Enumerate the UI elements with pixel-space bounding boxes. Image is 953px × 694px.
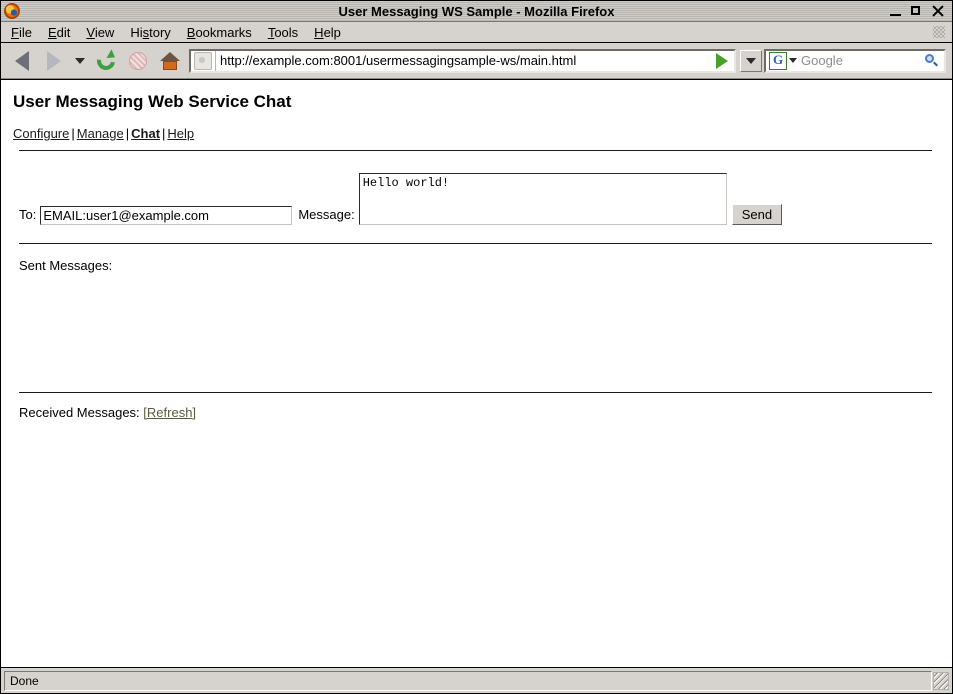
- menu-item-tools[interactable]: Tools: [260, 23, 306, 42]
- page-favicon-icon: [194, 51, 212, 70]
- divider-middle: [19, 243, 932, 244]
- nav-link-manage[interactable]: Manage: [77, 126, 124, 141]
- navigation-toolbar: http://example.com:8001/usermessagingsam…: [1, 43, 952, 79]
- divider-top: [19, 150, 932, 151]
- status-text: Done: [4, 670, 932, 691]
- message-input[interactable]: [358, 173, 727, 225]
- search-bar[interactable]: G Google: [764, 48, 946, 73]
- reload-button[interactable]: [91, 47, 121, 75]
- home-button[interactable]: [155, 47, 185, 75]
- menu-label-post: iew: [94, 24, 115, 40]
- nav-link-configure[interactable]: Configure: [13, 126, 69, 141]
- title-bar: User Messaging WS Sample - Mozilla Firef…: [1, 1, 952, 22]
- sent-messages-list: [11, 273, 942, 383]
- chevron-down-icon: [746, 57, 756, 64]
- history-dropdown-button[interactable]: [71, 47, 89, 75]
- received-messages-label: Received Messages: [Refresh]: [19, 405, 942, 420]
- stop-icon: [129, 51, 147, 70]
- menu-label-post: dit: [56, 24, 71, 40]
- home-icon: [160, 51, 180, 70]
- menu-item-help[interactable]: Help: [306, 23, 349, 42]
- menu-item-view[interactable]: View: [78, 23, 122, 42]
- maximize-button[interactable]: [910, 5, 923, 18]
- menu-label-mnemonic: V: [86, 24, 95, 40]
- menu-label-post: elp: [323, 24, 341, 40]
- refresh-link[interactable]: [Refresh]: [143, 405, 196, 420]
- menu-label-post: ile: [18, 24, 32, 40]
- menu-label-mnemonic: E: [47, 24, 57, 40]
- nav-link-help[interactable]: Help: [167, 126, 194, 141]
- back-arrow-icon: [15, 50, 29, 71]
- status-bar: Done: [1, 667, 952, 693]
- menu-label-pre: Hi: [130, 24, 143, 40]
- menu-label-post: tory: [149, 24, 171, 40]
- menu-label-post: ools: [274, 24, 299, 40]
- back-button[interactable]: [7, 47, 37, 75]
- magnifier-icon[interactable]: [925, 53, 939, 68]
- received-messages-text: Received Messages:: [19, 405, 140, 420]
- message-label: Message:: [298, 207, 355, 222]
- title-bar-stripes: [23, 1, 889, 22]
- send-button[interactable]: Send: [731, 204, 783, 225]
- menu-item-history[interactable]: History: [122, 23, 178, 42]
- menu-bar-grip: [933, 26, 945, 38]
- url-bar[interactable]: http://example.com:8001/usermessagingsam…: [189, 48, 736, 73]
- url-dropdown-button[interactable]: [740, 49, 762, 72]
- sent-messages-label: Sent Messages:: [19, 258, 113, 273]
- menu-item-bookmarks[interactable]: Bookmarks: [179, 23, 260, 42]
- url-input[interactable]: http://example.com:8001/usermessagingsam…: [215, 50, 710, 71]
- browser-window: User Messaging WS Sample - Mozilla Firef…: [0, 0, 953, 694]
- stop-button[interactable]: [123, 47, 153, 75]
- menu-label-mnemonic: F: [11, 24, 19, 40]
- close-button[interactable]: [931, 5, 944, 18]
- nav-link-chat[interactable]: Chat: [131, 126, 160, 141]
- forward-button[interactable]: [39, 47, 69, 75]
- send-message-form: To: Message: Send: [19, 173, 942, 225]
- page-body: User Messaging Web Service Chat Configur…: [1, 80, 952, 420]
- page-title: User Messaging Web Service Chat: [13, 92, 292, 111]
- window-controls: [889, 5, 950, 18]
- reload-icon: [96, 51, 116, 71]
- minimize-button[interactable]: [889, 5, 902, 18]
- divider-bottom: [19, 392, 932, 393]
- go-arrow-icon[interactable]: [716, 52, 728, 69]
- nav-separator: |: [71, 126, 75, 141]
- menu-label-post: ookmarks: [195, 24, 252, 40]
- menu-bar: File Edit View History Bookmarks Tools H…: [1, 22, 952, 43]
- menu-item-file[interactable]: File: [3, 23, 40, 42]
- google-logo-icon: G: [769, 51, 787, 70]
- to-input[interactable]: [40, 206, 293, 225]
- forward-arrow-icon: [47, 50, 61, 71]
- chevron-down-icon: [75, 57, 85, 64]
- firefox-logo-icon: [4, 3, 20, 19]
- chevron-down-icon[interactable]: [789, 58, 797, 63]
- page-nav-links: Configure | Manage | Chat | Help: [13, 126, 942, 141]
- search-input[interactable]: Google: [801, 53, 925, 68]
- page-content: User Messaging Web Service Chat Configur…: [1, 79, 952, 667]
- to-label: To:: [19, 207, 37, 222]
- resize-grip-icon[interactable]: [933, 671, 949, 690]
- menu-item-edit[interactable]: Edit: [40, 23, 78, 42]
- menu-label-mnemonic: H: [314, 24, 324, 40]
